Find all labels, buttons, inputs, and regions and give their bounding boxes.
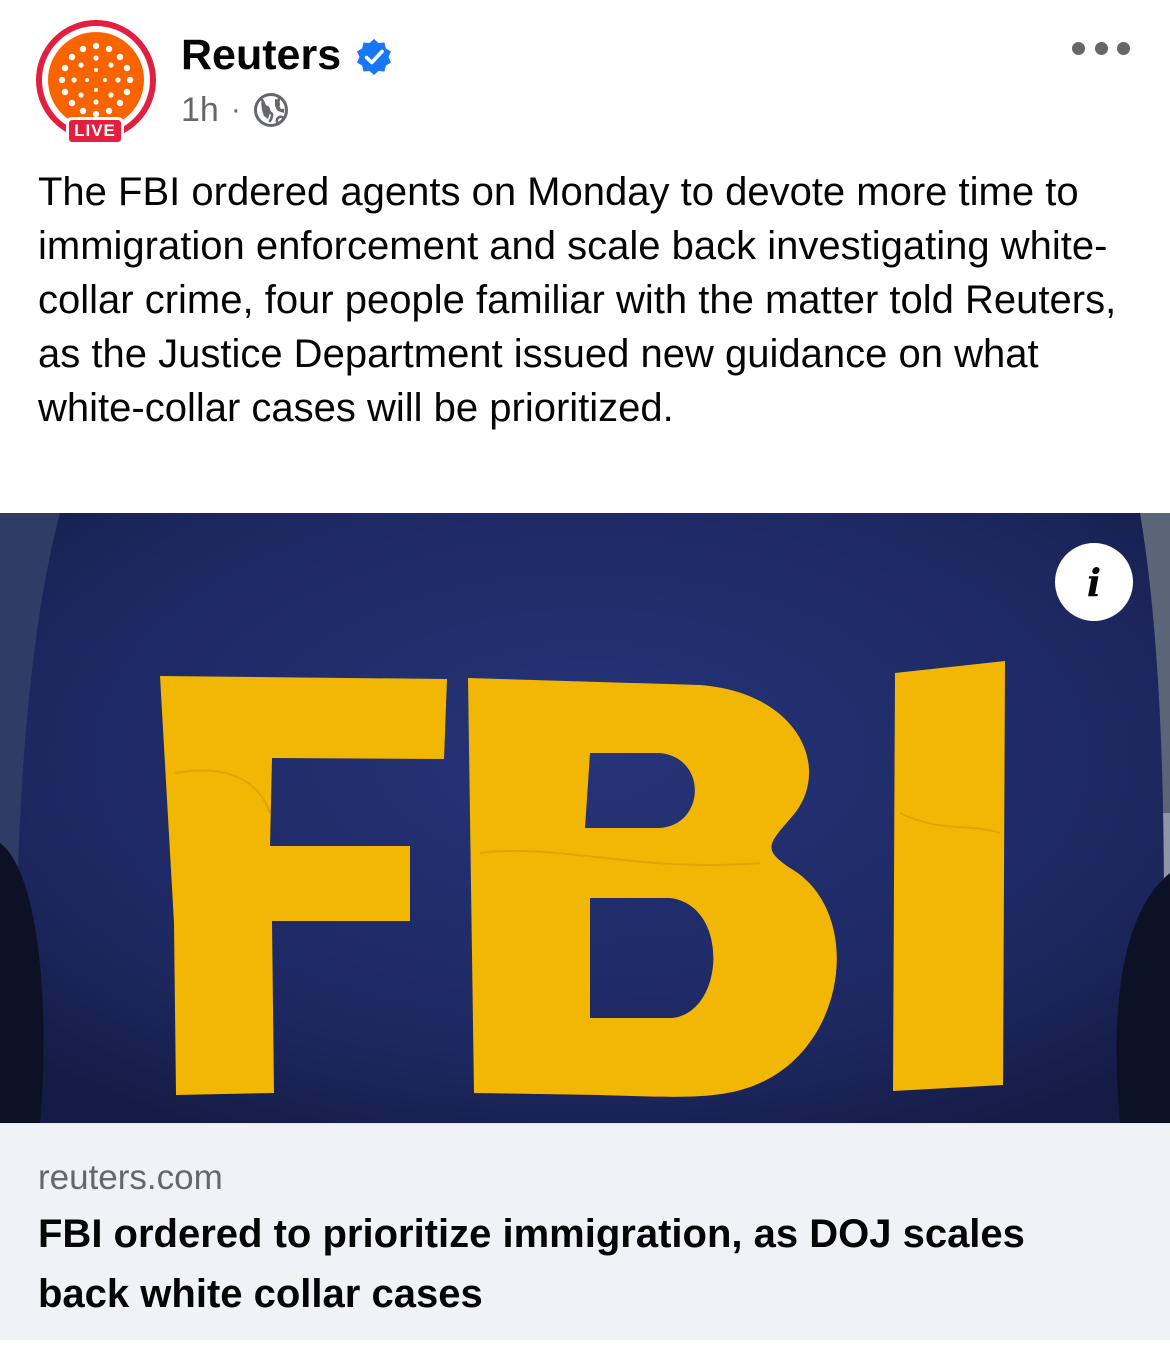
post-header: LIVE Reuters 1h · xyxy=(0,0,1170,160)
meta-separator: · xyxy=(230,93,241,126)
post-text: The FBI ordered agents on Monday to devo… xyxy=(38,170,1117,430)
more-options-icon[interactable] xyxy=(1072,36,1130,60)
globe-icon xyxy=(253,93,288,127)
link-domain: reuters.com xyxy=(38,1158,223,1197)
link-title[interactable]: FBI ordered to prioritize immigration, a… xyxy=(38,1204,1118,1324)
post-image[interactable] xyxy=(0,513,1170,1123)
link-preview-card[interactable]: reuters.com FBI ordered to prioritize im… xyxy=(0,1123,1170,1340)
info-button[interactable]: i xyxy=(1055,543,1133,621)
post-meta: 1h · xyxy=(181,88,289,132)
fbi-shirt-photo xyxy=(0,513,1170,1123)
more-dot xyxy=(1117,41,1130,55)
post-timestamp[interactable]: 1h xyxy=(181,88,219,132)
more-dot xyxy=(1072,41,1085,55)
page-avatar[interactable]: LIVE xyxy=(36,20,156,145)
reuters-logo xyxy=(48,32,144,128)
page-name[interactable]: Reuters xyxy=(181,30,341,80)
more-dot xyxy=(1094,41,1108,55)
live-badge: LIVE xyxy=(66,117,124,145)
verified-badge-icon xyxy=(357,39,391,75)
